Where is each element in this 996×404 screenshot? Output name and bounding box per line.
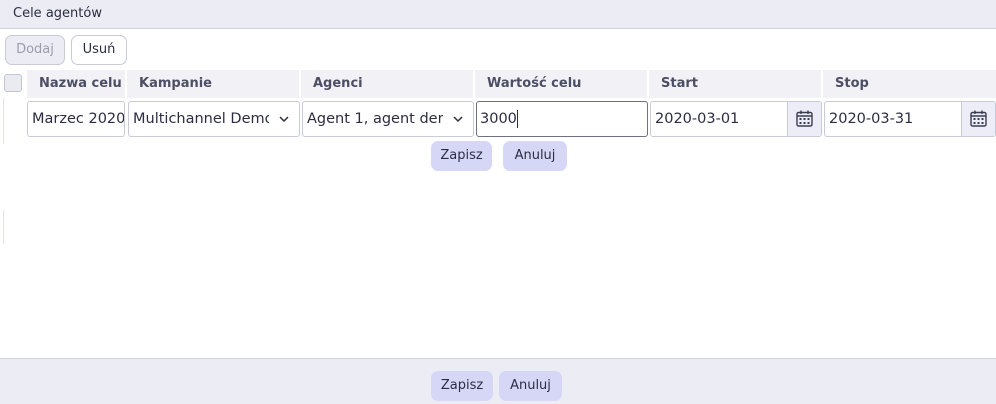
goal-name-input[interactable]: Marzec 2020 xyxy=(27,101,125,137)
calendar-icon xyxy=(970,110,987,127)
text-cursor xyxy=(516,110,518,128)
select-all-checkbox[interactable] xyxy=(4,74,22,92)
remove-button[interactable]: Usuń xyxy=(71,35,127,65)
chevron-down-icon xyxy=(279,116,289,123)
window-titlebar: Cele agentów xyxy=(0,0,996,29)
window-title: Cele agentów xyxy=(13,6,102,21)
agents-select[interactable]: Agent 1, agent demo xyxy=(302,101,474,137)
footer-save-button[interactable]: Zapisz xyxy=(431,371,493,401)
footer-cancel-button[interactable]: Anuluj xyxy=(499,371,562,401)
column-header-agents[interactable]: Agenci xyxy=(301,70,473,98)
column-header-start[interactable]: Start xyxy=(649,70,821,98)
calendar-icon xyxy=(796,110,813,127)
row-left-border-lower xyxy=(3,210,4,244)
column-header-campaigns[interactable]: Kampanie xyxy=(127,70,299,98)
stop-date-input[interactable]: 2020-03-31 xyxy=(824,101,996,137)
row-save-button[interactable]: Zapisz xyxy=(431,141,492,171)
dialog-footer: Zapisz Anuluj xyxy=(0,358,996,404)
row-left-border xyxy=(3,98,4,144)
campaigns-select[interactable]: Multichannel Demo xyxy=(128,101,300,137)
goal-value-input[interactable]: 3000 xyxy=(476,101,648,137)
add-button[interactable]: Dodaj xyxy=(5,35,65,65)
column-header-stop[interactable]: Stop xyxy=(823,70,996,98)
column-header-value[interactable]: Wartość celu xyxy=(475,70,647,98)
start-date-picker-button[interactable] xyxy=(787,102,821,136)
start-date-input[interactable]: 2020-03-01 xyxy=(650,101,822,137)
chevron-down-icon xyxy=(453,116,463,123)
row-cancel-button[interactable]: Anuluj xyxy=(503,141,567,171)
column-header-name[interactable]: Nazwa celu xyxy=(27,70,125,98)
stop-date-picker-button[interactable] xyxy=(961,102,995,136)
